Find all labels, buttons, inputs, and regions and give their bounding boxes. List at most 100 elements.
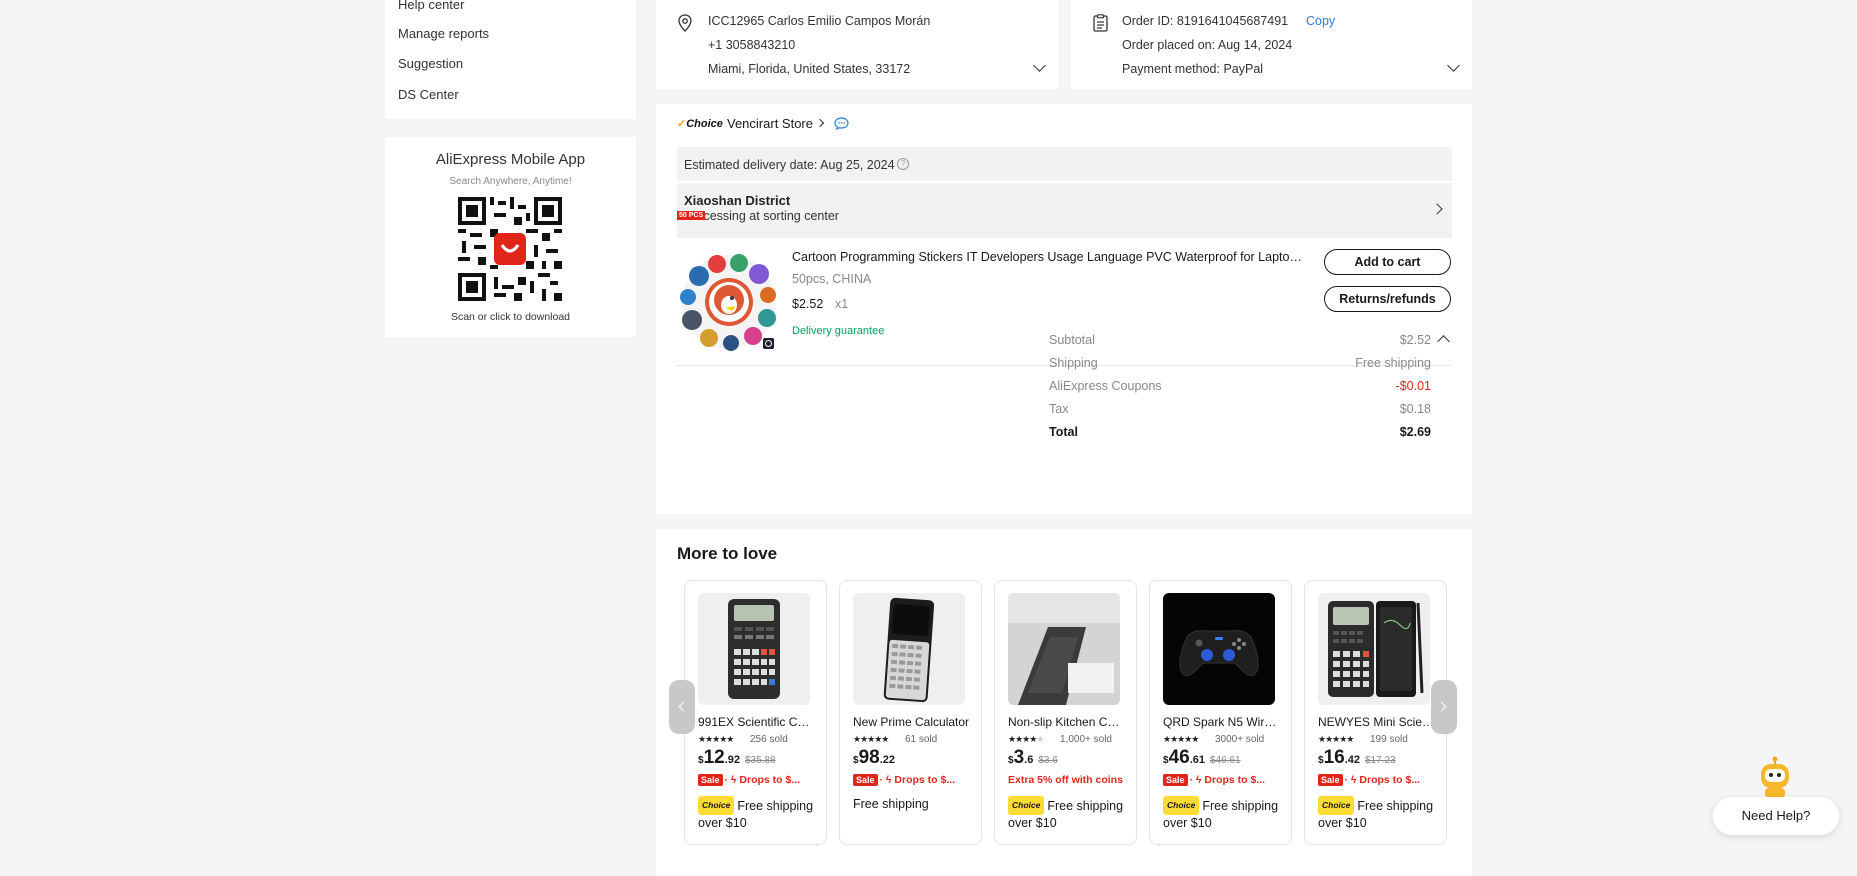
product-card[interactable]: QRD Spark N5 Wireless Controller ★★★★★ 3… <box>1149 580 1292 845</box>
product-variant: 50pcs, CHINA <box>792 272 872 286</box>
product-title-link[interactable]: Cartoon Programming Stickers IT Develope… <box>792 250 1302 264</box>
product-image <box>1163 593 1275 705</box>
sidebar-item-manage-reports[interactable]: Manage reports <box>398 26 489 41</box>
product-price: $16.42 $17.23 <box>1318 747 1396 768</box>
summary-row-total: Total $2.69 <box>1049 425 1431 439</box>
help-question-icon[interactable]: ? <box>897 158 909 170</box>
app-card-title: AliExpress Mobile App <box>435 151 586 168</box>
document-icon <box>1093 14 1108 32</box>
product-image <box>853 593 965 705</box>
product-image <box>698 593 810 705</box>
summary-label: Shipping <box>1049 356 1098 370</box>
sold-count: 256 sold <box>750 734 788 745</box>
chat-icon[interactable] <box>834 117 849 130</box>
product-price: $12.92 $35.88 <box>698 747 776 768</box>
sold-count: 61 sold <box>905 734 938 745</box>
section-title: More to love <box>677 544 778 563</box>
star-rating-icon: ★★★★★ <box>1008 734 1044 744</box>
summary-value: $0.18 <box>1399 402 1431 416</box>
need-help-button[interactable]: Need Help? <box>1713 797 1839 835</box>
more-to-love-section: More to love 991EX Scientific Calculator… <box>656 529 1472 876</box>
sold-count: 1,000+ sold <box>1060 734 1112 745</box>
recipient-name: ICC12965 Carlos Emilio Campos Morán <box>708 14 931 28</box>
product-image <box>1008 593 1120 705</box>
shipping-label: Choice Free shipping over $10 <box>1163 796 1288 832</box>
summary-row-subtotal: Subtotal $2.52 <box>1049 333 1431 347</box>
product-name: NEWYES Mini Scientific Calculator <box>1318 715 1436 729</box>
choice-logo: ✓Choice <box>677 118 723 130</box>
calculator-image <box>698 593 810 705</box>
qr-code-icon[interactable] <box>458 197 562 301</box>
order-id: Order ID: 8191641045687491 <box>1122 14 1289 28</box>
sold-count: 3000+ sold <box>1215 734 1265 745</box>
estimated-delivery-bar: Estimated delivery date: Aug 25, 2024 ? <box>677 147 1452 181</box>
summary-row-tax: Tax $0.18 <box>1049 402 1431 416</box>
product-price: $2.52 <box>792 297 824 311</box>
promo-label: Sale · ϟ Drops to $... <box>698 774 823 786</box>
chevron-right-icon[interactable] <box>815 118 825 128</box>
shipping-address-card: ICC12965 Carlos Emilio Campos Morán +1 3… <box>656 0 1058 89</box>
location-pin-icon <box>678 14 692 32</box>
app-download-link[interactable]: Scan or click to download <box>385 311 636 323</box>
product-card[interactable]: NEWYES Mini Scientific Calculator ★★★★★ … <box>1304 580 1447 845</box>
summary-value: Free shipping <box>1355 356 1431 370</box>
tracking-location: Xiaoshan District <box>684 193 791 208</box>
chevron-down-icon[interactable] <box>1033 59 1046 72</box>
order-info-card: Order ID: 8191641045687491 Copy Order pl… <box>1071 0 1472 89</box>
chevron-right-icon[interactable] <box>1431 203 1443 215</box>
product-name: 991EX Scientific Calculator <box>698 715 816 729</box>
store-order-card: ✓Choice Vencirart Store Estimated delive… <box>656 104 1472 514</box>
carousel-next-button[interactable] <box>1431 680 1457 734</box>
product-card[interactable]: Non-slip Kitchen Carpet ★★★★★ 1,000+ sol… <box>994 580 1137 845</box>
recipient-location: Miami, Florida, United States, 33172 <box>708 62 911 76</box>
summary-value: $2.52 <box>1399 333 1431 347</box>
order-placed-date: Order placed on: Aug 14, 2024 <box>1122 38 1293 52</box>
product-name: New Prime Calculator <box>853 715 970 729</box>
chevron-up-icon[interactable] <box>1437 335 1450 348</box>
summary-label: Tax <box>1049 402 1069 416</box>
promo-label: Sale · ϟ Drops to $... <box>1163 774 1288 786</box>
promo-label: Sale · ϟ Drops to $... <box>1318 774 1443 786</box>
app-card-subtitle: Search Anywhere, Anytime! <box>449 176 572 187</box>
payment-method: Payment method: PayPal <box>1122 62 1264 76</box>
promo-label: Sale · ϟ Drops to $... <box>853 774 978 786</box>
pieces-badge: 50 PCS <box>677 211 706 220</box>
graphing-calculator-image <box>853 593 965 705</box>
returns-refunds-button[interactable]: Returns/refunds <box>1324 286 1451 312</box>
product-name: QRD Spark N5 Wireless Controller <box>1163 715 1281 729</box>
star-rating-icon: ★★★★★ <box>1163 734 1199 744</box>
product-image[interactable] <box>677 250 778 351</box>
sold-count: 199 sold <box>1370 734 1408 745</box>
product-card[interactable]: 991EX Scientific Calculator ★★★★★ 256 so… <box>684 580 827 845</box>
summary-row-shipping: Shipping Free shipping <box>1049 356 1431 370</box>
add-to-cart-button[interactable]: Add to cart <box>1324 249 1451 275</box>
sidebar-item-help-center[interactable]: Help center <box>398 0 464 12</box>
product-card[interactable]: New Prime Calculator ★★★★★ 61 sold $98.2… <box>839 580 982 845</box>
delivery-guarantee-label[interactable]: Delivery guarantee <box>792 325 884 337</box>
shipping-label: Free shipping <box>853 797 929 811</box>
summary-value: $2.69 <box>1399 425 1431 439</box>
chevron-down-icon[interactable] <box>1447 59 1460 72</box>
assistant-bot-icon[interactable] <box>1756 756 1794 800</box>
sidebar-item-ds-center[interactable]: DS Center <box>398 87 459 102</box>
store-name-link[interactable]: Vencirart Store <box>727 116 813 131</box>
carousel-prev-button[interactable] <box>669 680 695 734</box>
star-rating-icon: ★★★★★ <box>698 734 734 744</box>
estimated-delivery-date: Estimated delivery date: Aug 25, 2024 <box>684 158 895 172</box>
product-price: $46.61 $46.61 <box>1163 747 1241 768</box>
product-quantity: x1 <box>835 297 849 311</box>
product-price: $98.22 <box>853 747 895 768</box>
summary-label: AliExpress Coupons <box>1049 379 1162 393</box>
summary-row-coupons: AliExpress Coupons -$0.01 <box>1049 379 1431 393</box>
product-price: $3.6 $3.6 <box>1008 747 1058 768</box>
copy-order-id-button[interactable]: Copy <box>1306 14 1335 28</box>
star-rating-icon: ★★★★★ <box>1318 734 1354 744</box>
tracking-info-row[interactable]: Xiaoshan District Processing at sorting … <box>677 183 1452 238</box>
calculator-notepad-image <box>1318 593 1430 705</box>
mobile-app-card: AliExpress Mobile App Search Anywhere, A… <box>385 137 636 337</box>
shipping-label: Choice Free shipping over $10 <box>1318 796 1443 832</box>
sidebar-item-suggestion[interactable]: Suggestion <box>398 56 463 71</box>
summary-label: Subtotal <box>1049 333 1095 347</box>
product-name: Non-slip Kitchen Carpet <box>1008 715 1126 729</box>
recipient-phone: +1 3058843210 <box>708 38 796 52</box>
